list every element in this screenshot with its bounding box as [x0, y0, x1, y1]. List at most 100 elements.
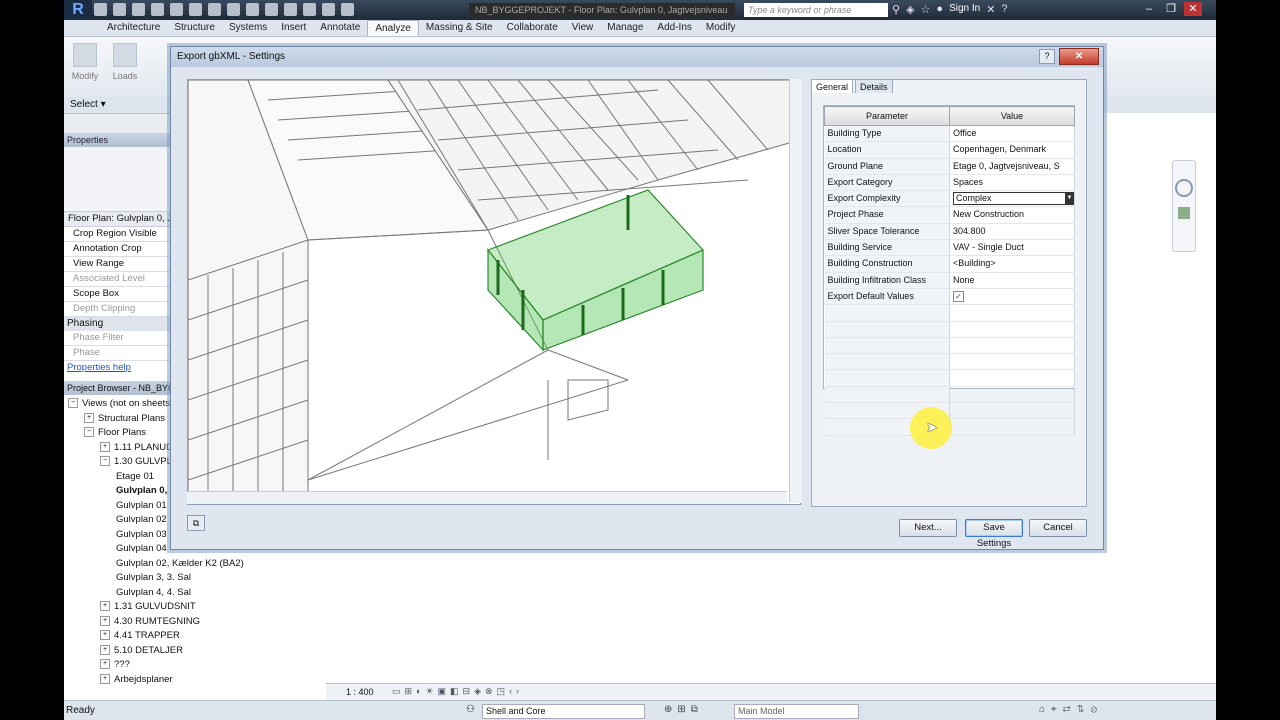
- minimize-button[interactable]: –: [1140, 2, 1158, 16]
- collapse-icon[interactable]: −: [100, 456, 110, 467]
- parameter-row[interactable]: Building Service VAV - Single Duct: [824, 239, 1075, 257]
- help-icon[interactable]: ?: [1001, 3, 1007, 16]
- parameter-value[interactable]: <Building>: [949, 255, 1075, 273]
- 3d-preview[interactable]: [187, 79, 801, 505]
- zoom-icon[interactable]: [1178, 207, 1190, 219]
- parameter-row[interactable]: Export Complexity Complex ▼: [824, 190, 1075, 208]
- parameter-row[interactable]: Building Type Office: [824, 125, 1075, 143]
- collapse-icon[interactable]: −: [68, 398, 78, 409]
- view-control-icons[interactable]: ▭⊞◐☀▣◧⊟◈⊗◳‹›: [392, 686, 523, 697]
- tab-details[interactable]: Details: [855, 79, 893, 93]
- tag-icon[interactable]: [246, 3, 259, 16]
- selection-icons[interactable]: ⌂⌖⇄⇅⊘: [1039, 704, 1103, 715]
- parameter-row[interactable]: Export Category Spaces: [824, 174, 1075, 192]
- parameter-value[interactable]: New Construction: [949, 206, 1075, 224]
- parameter-value[interactable]: None: [949, 272, 1075, 289]
- parameter-value[interactable]: ✓: [949, 288, 1075, 306]
- parameter-value[interactable]: Complex ▼: [949, 190, 1075, 208]
- tree-item[interactable]: +5.10 DETALJER: [64, 644, 326, 659]
- preview-vertical-scrollbar[interactable]: [789, 79, 802, 503]
- design-option-dropdown[interactable]: Main Model: [734, 704, 859, 719]
- search-input[interactable]: Type a keyword or phrase: [744, 3, 888, 17]
- next-button[interactable]: Next...: [899, 519, 957, 537]
- tab-annotate[interactable]: Annotate: [313, 20, 367, 36]
- parameter-row[interactable]: Sliver Space Tolerance 304.800: [824, 223, 1075, 241]
- subscription-icon[interactable]: ◈: [906, 3, 914, 16]
- tab-collaborate[interactable]: Collaborate: [500, 20, 565, 36]
- dialog-close-button[interactable]: ✕: [1059, 48, 1099, 65]
- loads-button[interactable]: Loads: [110, 43, 140, 81]
- parameter-value[interactable]: Spaces: [949, 174, 1075, 192]
- navigation-bar[interactable]: [1172, 160, 1196, 252]
- tab-systems[interactable]: Systems: [222, 20, 274, 36]
- parameter-value[interactable]: Office: [949, 125, 1075, 143]
- parameter-row[interactable]: Building Construction <Building>: [824, 255, 1075, 273]
- select-dropdown[interactable]: Select ▾: [70, 99, 106, 110]
- switch-windows-icon[interactable]: [341, 3, 354, 16]
- expand-icon[interactable]: +: [100, 644, 110, 655]
- tab-general[interactable]: General: [811, 79, 854, 93]
- parameter-row[interactable]: Export Default Values ✓: [824, 288, 1075, 306]
- tree-item[interactable]: +4.41 TRAPPER: [64, 629, 326, 644]
- expand-icon[interactable]: +: [100, 441, 110, 452]
- tab-massing-site[interactable]: Massing & Site: [419, 20, 500, 36]
- close-hidden-icon[interactable]: [322, 3, 335, 16]
- binoculars-icon[interactable]: ⚲: [892, 3, 900, 16]
- collapse-icon[interactable]: −: [84, 427, 94, 438]
- tab-add-ins[interactable]: Add-Ins: [650, 20, 698, 36]
- thin-lines-icon[interactable]: [303, 3, 316, 16]
- tree-item[interactable]: Gulvplan 3, 3. Sal: [64, 571, 326, 586]
- preview-horizontal-scrollbar[interactable]: [187, 491, 787, 504]
- expand-icon[interactable]: +: [100, 601, 110, 612]
- user-icon[interactable]: ●: [936, 3, 943, 16]
- export-default-values-checkbox[interactable]: ✓: [953, 291, 964, 303]
- status-icons[interactable]: ⊕⊞⧉: [664, 704, 703, 715]
- steering-wheel-icon[interactable]: [1175, 179, 1193, 197]
- modify-button[interactable]: Modify: [70, 43, 100, 81]
- parameter-value[interactable]: VAV - Single Duct: [949, 239, 1075, 257]
- restore-button[interactable]: ❐: [1162, 2, 1180, 16]
- open-icon[interactable]: [94, 3, 107, 16]
- parameter-value[interactable]: Etage 0, Jagtvejsniveau, S: [949, 158, 1075, 175]
- 3d-view-icon[interactable]: [265, 3, 278, 16]
- expand-icon[interactable]: +: [84, 412, 94, 423]
- star-icon[interactable]: ☆: [921, 3, 931, 16]
- save-icon[interactable]: [113, 3, 126, 16]
- tree-item[interactable]: +???: [64, 658, 326, 673]
- cancel-button[interactable]: Cancel: [1029, 519, 1087, 537]
- tab-architecture[interactable]: Architecture: [100, 20, 167, 36]
- sign-in-link[interactable]: Sign In: [949, 3, 980, 16]
- workset-dropdown[interactable]: Shell and Core: [482, 704, 645, 719]
- close-button[interactable]: ✕: [1184, 2, 1202, 16]
- expand-icon[interactable]: +: [100, 615, 110, 626]
- parameter-row[interactable]: Project Phase New Construction: [824, 206, 1075, 224]
- tree-item[interactable]: Gulvplan 02, Kælder K2 (BA2): [64, 557, 326, 572]
- tab-structure[interactable]: Structure: [167, 20, 222, 36]
- tab-modify[interactable]: Modify: [699, 20, 742, 36]
- expand-icon[interactable]: +: [100, 673, 110, 684]
- tree-item[interactable]: +1.31 GULVUDSNIT: [64, 600, 326, 615]
- tree-item[interactable]: Gulvplan 4, 4. Sal: [64, 586, 326, 601]
- tab-insert[interactable]: Insert: [274, 20, 313, 36]
- tree-item[interactable]: +4.30 RUMTEGNING: [64, 615, 326, 630]
- sync-icon[interactable]: [132, 3, 145, 16]
- app-menu-logo[interactable]: R: [64, 0, 92, 20]
- dimension-icon[interactable]: [227, 3, 240, 16]
- dropdown-arrow-icon[interactable]: ▼: [1065, 193, 1074, 205]
- parameter-value[interactable]: 304.800: [949, 223, 1075, 241]
- dialog-help-button[interactable]: ?: [1039, 49, 1055, 64]
- parameter-value[interactable]: Copenhagen, Denmark: [949, 141, 1075, 159]
- preview-view-button[interactable]: ⧉: [187, 515, 205, 531]
- section-icon[interactable]: [284, 3, 297, 16]
- undo-icon[interactable]: [151, 3, 164, 16]
- parameter-row[interactable]: Building Infiltration Class None: [824, 272, 1075, 289]
- tab-analyze[interactable]: Analyze: [367, 20, 419, 36]
- parameter-row[interactable]: Ground Plane Etage 0, Jagtvejsniveau, S: [824, 158, 1075, 175]
- expand-icon[interactable]: +: [100, 630, 110, 641]
- tab-view[interactable]: View: [565, 20, 601, 36]
- save-settings-button[interactable]: Save Settings: [965, 519, 1023, 549]
- measure-icon[interactable]: [208, 3, 221, 16]
- tab-manage[interactable]: Manage: [600, 20, 650, 36]
- parameter-row[interactable]: Location Copenhagen, Denmark: [824, 141, 1075, 159]
- exchange-icon[interactable]: ✕: [986, 3, 995, 16]
